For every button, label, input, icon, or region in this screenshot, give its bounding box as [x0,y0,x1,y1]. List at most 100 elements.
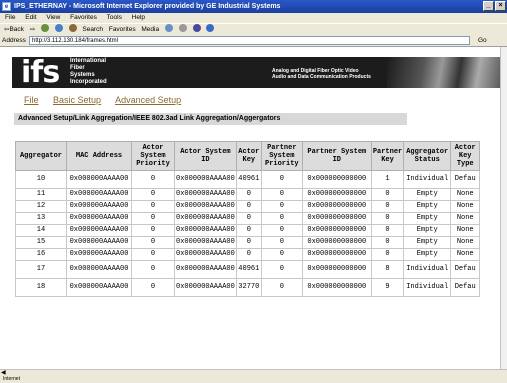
table-cell: 0x000000000000 [301,170,372,189]
menu-edit[interactable]: Edit [25,14,36,21]
table-cell: 16 [15,248,67,261]
horizontal-scrollbar[interactable]: ◀ [0,369,507,376]
table-row: 15 0x000000AAAA00 0 0x000000AAAA00 0 0 0x00000… [15,236,481,249]
window-controls: _ × [483,1,506,11]
table-cell: 0 [131,260,175,279]
table-cell: 0 [131,278,175,297]
table-cell: 0 [235,236,262,249]
table-cell: Defau [450,260,481,279]
edit-icon[interactable] [206,24,215,32]
go-button[interactable]: Go [478,35,487,47]
mail-icon[interactable] [178,24,187,32]
table-cell: 0x000000AAAA00 [174,224,237,237]
address-bar: Address http://3.112.130.184/frames.html… [0,35,507,47]
table-cell: Individual [403,260,452,279]
close-button[interactable]: × [495,1,506,11]
favorites-button[interactable]: Favorites [109,26,136,33]
menu-help[interactable]: Help [132,14,145,21]
tagline-line-2: Audio and Data Communication Products [272,74,371,80]
table-cell: 12 [15,200,67,213]
company-line: Incorporated [70,79,107,85]
minimize-button[interactable]: _ [483,1,494,11]
table-cell: 0x000000AAAA00 [174,212,237,225]
forward-button[interactable]: ⇨ [30,26,35,33]
ifs-banner: ifs International Fiber Systems Incorpor… [12,57,507,88]
table-cell: 0 [131,212,175,225]
table-cell: 15 [15,236,67,249]
media-button[interactable]: Media [141,26,159,33]
table-cell: 13 [15,212,67,225]
table-cell: 0 [235,224,262,237]
table-cell: None [450,224,481,237]
nav-advanced-setup-link[interactable]: Advanced Setup [115,95,181,105]
table-cell: 0x000000AAAA00 [66,170,132,189]
table-cell: 0x000000AAAA00 [66,188,132,201]
table-cell: Empty [403,188,452,201]
menu-view[interactable]: View [46,14,60,21]
menu-file[interactable]: File [5,14,15,21]
menu-bar: File Edit View Favorites Tools Help [0,13,507,23]
table-row: 13 0x000000AAAA00 0 0x000000AAAA00 0 0 0x00000… [15,212,481,225]
table-cell: 1 [370,170,405,189]
col-header-actor-key-type: Actor Key Type [450,141,481,171]
table-cell: Empty [403,248,452,261]
table-cell: None [450,248,481,261]
table-cell: 0x000000AAAA00 [66,236,132,249]
table-cell: 0x000000000000 [301,236,372,249]
table-cell: 0 [370,200,405,213]
print-icon[interactable] [192,24,201,32]
table-cell: 0x000000000000 [301,188,372,201]
col-header-partner-priority: Partner System Priority [260,141,303,171]
table-cell: None [450,200,481,213]
table-cell: 0 [260,260,303,279]
table-cell: 0 [235,200,262,213]
table-cell: 0x000000000000 [301,278,372,297]
address-input[interactable]: http://3.112.130.184/frames.html [29,36,470,45]
history-icon[interactable] [164,24,173,32]
nav-file-link[interactable]: File [24,95,39,105]
table-cell: 0x000000AAAA00 [174,260,237,279]
page-heading: Advanced Setup/Link Aggregation/IEEE 802… [14,113,407,125]
table-cell: 0x000000AAAA00 [174,188,237,201]
menu-tools[interactable]: Tools [107,14,122,21]
address-label: Address [2,37,26,44]
table-cell: 0 [260,200,303,213]
table-cell: Empty [403,200,452,213]
table-cell: 0x000000AAAA00 [66,212,132,225]
table-row: 14 0x000000AAAA00 0 0x000000AAAA00 0 0 0x00000… [15,224,481,237]
table-row: 11 0x000000AAAA00 0 0x000000AAAA00 0 0 0x00000… [15,188,481,201]
refresh-icon[interactable] [54,24,63,32]
table-cell: 32770 [235,278,262,297]
table-cell: Empty [403,224,452,237]
window-titlebar: e IPS_ETHERNAY - Microsoft Internet Expl… [0,0,507,13]
page-nav: File Basic Setup Advanced Setup [24,95,193,105]
window-title: IPS_ETHERNAY - Microsoft Internet Explor… [14,3,281,10]
table-cell: 0 [235,212,262,225]
table-cell: 0x000000000000 [301,200,372,213]
back-button[interactable]: ⇦Back [4,26,24,33]
home-icon[interactable] [68,24,77,32]
stop-icon[interactable] [40,24,49,32]
table-cell: 0 [370,236,405,249]
company-line: Systems [70,72,95,78]
table-cell: None [450,188,481,201]
col-header-status: Aggregator Status [403,141,452,171]
table-cell: 0 [370,224,405,237]
table-cell: 0 [260,212,303,225]
nav-basic-setup-link[interactable]: Basic Setup [53,95,101,105]
table-cell: 8 [370,260,405,279]
table-cell: 14 [15,224,67,237]
table-cell: 0x000000AAAA00 [66,248,132,261]
vertical-scrollbar[interactable] [500,47,507,369]
fiber-optic-image [387,57,507,88]
col-header-aggregator: Aggregator [15,141,67,171]
table-cell: 0x000000AAAA00 [174,170,237,189]
table-cell: 0x000000000000 [301,212,372,225]
menu-favorites[interactable]: Favorites [70,14,97,21]
table-cell: 0x000000AAAA00 [174,278,237,297]
table-cell: 0x000000AAAA00 [174,236,237,249]
browser-toolbar: ⇦Back ⇨ Search Favorites Media [0,23,507,35]
ie-icon: e [2,2,11,11]
col-header-partner-key: Partner Key [370,141,405,171]
search-button[interactable]: Search [82,26,103,33]
